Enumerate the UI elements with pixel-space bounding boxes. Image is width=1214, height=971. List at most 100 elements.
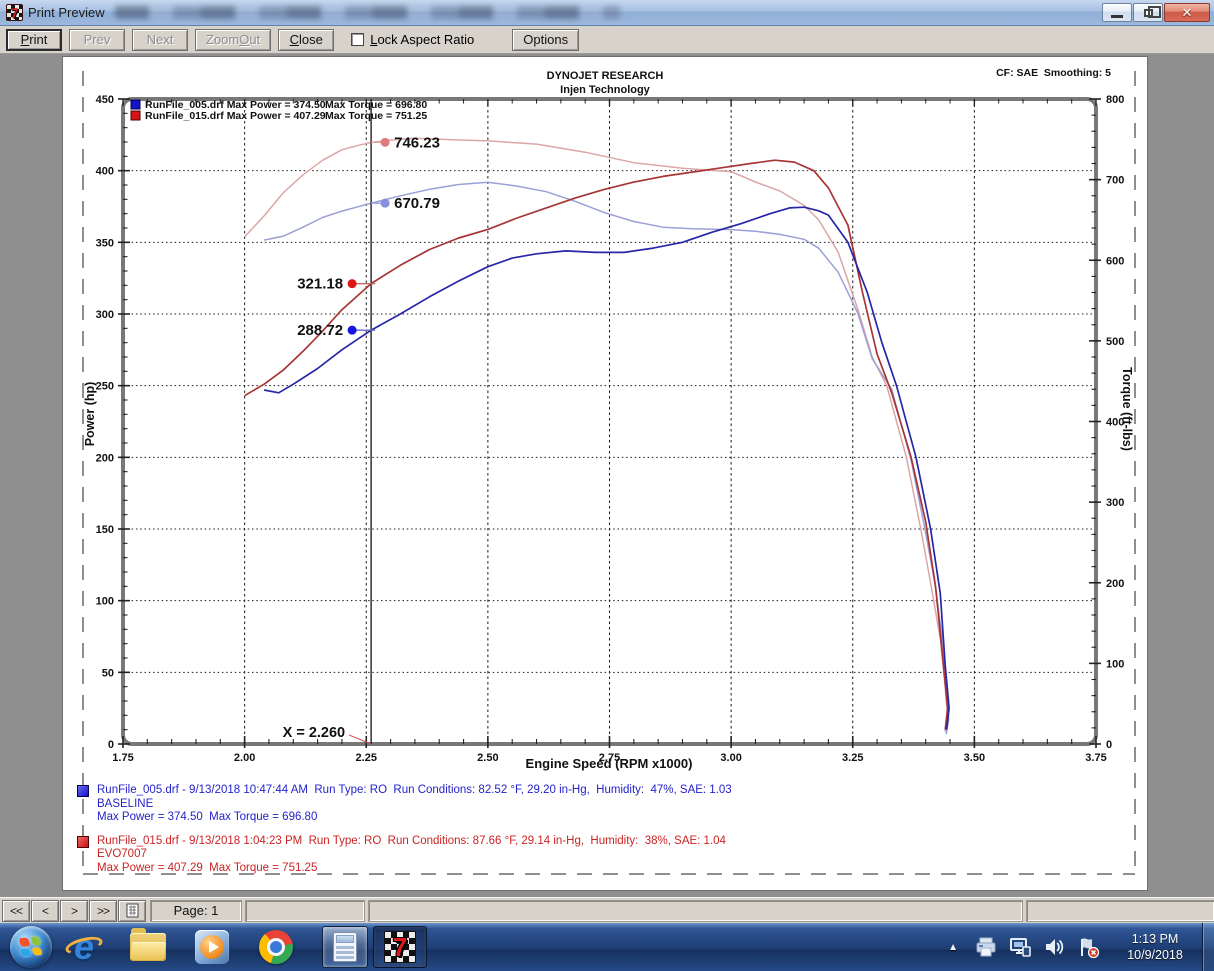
minimize-button[interactable]	[1102, 3, 1132, 22]
run-info-line: BASELINE	[97, 797, 154, 810]
lock-aspect-ratio-label: Lock Aspect Ratio	[370, 32, 475, 47]
plot-border	[121, 97, 1098, 746]
page-indicator: Page: 1	[150, 899, 242, 922]
svg-text:200: 200	[96, 452, 114, 464]
svg-text:250: 250	[96, 381, 114, 393]
left-axis-title: Power (hp)	[83, 381, 97, 447]
app-icon: 7	[6, 4, 23, 21]
chart-legend: RunFile_005.drf Max Power = 374.50 Max To…	[130, 99, 427, 122]
gridlines	[123, 99, 1096, 744]
svg-text:2.00: 2.00	[234, 752, 255, 764]
first-page-button[interactable]: <<	[2, 899, 30, 922]
run-info-line: Max Power = 407.29 Max Torque = 751.25	[97, 861, 318, 874]
svg-text:100: 100	[1106, 658, 1124, 670]
dynojet-winpep-taskbar-button[interactable]: 7	[373, 926, 427, 968]
curve-torque-015	[244, 137, 949, 733]
zoom-out-button[interactable]: Zoom Out	[195, 28, 272, 51]
options-button[interactable]: Options	[512, 28, 580, 51]
lock-aspect-ratio-checkbox[interactable]	[351, 33, 365, 46]
svg-text:300: 300	[96, 309, 114, 321]
svg-text:3.75: 3.75	[1085, 752, 1106, 764]
run-info-block: RunFile_005.drf - 9/13/2018 10:47:44 AM …	[77, 784, 732, 885]
cursor-x-label: X = 2.260	[283, 725, 345, 741]
print-button[interactable]: Print	[6, 28, 62, 51]
internet-explorer-icon[interactable]: e	[63, 928, 105, 966]
desktop: 7 Print Preview ✕ Print Prev Next Zoom O…	[0, 0, 1214, 971]
run-info-line: EVO7007	[97, 848, 147, 860]
prev-page-button[interactable]: <	[31, 899, 59, 922]
svg-text:670.79: 670.79	[394, 195, 440, 212]
lock-aspect-ratio-control: Lock Aspect Ratio	[351, 32, 474, 47]
svg-text:800: 800	[1106, 94, 1124, 106]
svg-text:0: 0	[108, 739, 114, 751]
curve-power-015	[244, 159, 949, 730]
svg-text:321.18: 321.18	[297, 276, 343, 293]
svg-text:600: 600	[1106, 255, 1124, 267]
toolbar: Print Prev Next Zoom Out Close Lock Aspe…	[0, 26, 1214, 54]
blurred-file-path	[114, 6, 620, 19]
windows-explorer-icon[interactable]	[130, 928, 166, 966]
run-color-swatch-blue	[77, 785, 89, 797]
action-center-tray-icon[interactable]	[1076, 935, 1100, 959]
prev-button[interactable]: Prev	[69, 28, 125, 51]
clock-date: 10/9/2018	[1127, 948, 1183, 962]
printer-tray-icon[interactable]	[974, 935, 998, 959]
run-info-evo7007: RunFile_015.drf - 9/13/2018 1:04:23 PM R…	[77, 835, 732, 876]
close-button[interactable]: ✕	[1164, 3, 1210, 22]
svg-text:200: 200	[1106, 578, 1124, 590]
taskbar: e 7 ▲ 1:13 PM 10/9/2018	[0, 923, 1214, 971]
next-button[interactable]: Next	[132, 28, 188, 51]
svg-text:3.25: 3.25	[842, 752, 863, 764]
media-player-icon[interactable]	[194, 928, 230, 966]
run-info-baseline: RunFile_005.drf - 9/13/2018 10:47:44 AM …	[77, 784, 732, 825]
svg-text:400: 400	[96, 166, 114, 178]
windows-logo-icon	[19, 935, 42, 958]
svg-text:288.72: 288.72	[297, 322, 343, 339]
svg-text:700: 700	[1106, 175, 1124, 187]
svg-text:50: 50	[102, 667, 114, 679]
svg-text:RunFile_015.drf Max Power = 40: RunFile_015.drf Max Power = 407.29	[145, 110, 326, 122]
clock-time: 1:13 PM	[1131, 932, 1179, 946]
page-setup-button[interactable]	[118, 899, 146, 922]
run-info-line: RunFile_015.drf - 9/13/2018 1:04:23 PM R…	[97, 834, 726, 847]
show-desktop-button[interactable]	[1202, 923, 1214, 971]
window-controls: ✕	[1101, 3, 1210, 22]
restore-button[interactable]	[1133, 3, 1163, 22]
statusbar: << < > >> Page: 1	[0, 897, 1214, 923]
svg-text:1.75: 1.75	[112, 752, 133, 764]
svg-text:450: 450	[96, 94, 114, 106]
svg-text:3.50: 3.50	[964, 752, 985, 764]
run-info-line: Max Power = 374.50 Max Torque = 696.80	[97, 811, 318, 823]
dynojet-app-icon: 7	[384, 931, 416, 963]
taskbar-clock[interactable]: 1:13 PM 10/9/2018	[1116, 931, 1194, 963]
minimize-icon	[1111, 14, 1123, 18]
svg-text:150: 150	[96, 524, 114, 536]
run-info-line: RunFile_005.drf - 9/13/2018 10:47:44 AM …	[97, 784, 732, 796]
next-page-button[interactable]: >	[60, 899, 88, 922]
svg-text:300: 300	[1106, 497, 1124, 509]
x-axis-title: Engine Speed (RPM x1000)	[525, 756, 693, 771]
show-hidden-icons-button[interactable]: ▲	[948, 942, 958, 953]
restore-icon	[1143, 5, 1161, 18]
start-button[interactable]	[10, 926, 52, 968]
last-page-button[interactable]: >>	[89, 899, 117, 922]
titlebar[interactable]: 7 Print Preview ✕	[0, 0, 1214, 26]
preview-page: DYNOJET RESEARCH Injen Technology CF: SA…	[63, 57, 1147, 890]
window-title: Print Preview	[28, 5, 105, 20]
calculator-taskbar-button[interactable]	[322, 926, 368, 968]
volume-tray-icon[interactable]	[1042, 935, 1066, 959]
status-cell	[245, 899, 365, 922]
svg-text:350: 350	[96, 237, 114, 249]
curve-torque-005	[263, 181, 950, 735]
chrome-icon[interactable]	[258, 928, 294, 966]
status-cell	[368, 899, 1023, 922]
close-preview-button[interactable]: Close	[278, 28, 335, 51]
svg-text:746.23: 746.23	[394, 134, 440, 151]
right-axis-title: Torque (ft-lbs)	[1120, 367, 1134, 451]
network-tray-icon[interactable]	[1008, 935, 1032, 959]
svg-text:Max Torque = 751.25: Max Torque = 751.25	[325, 110, 427, 122]
svg-text:100: 100	[96, 596, 114, 608]
status-cell	[1026, 899, 1214, 922]
system-tray: ▲ 1:13 PM 10/9/2018	[948, 923, 1214, 971]
close-icon: ✕	[1181, 4, 1193, 20]
